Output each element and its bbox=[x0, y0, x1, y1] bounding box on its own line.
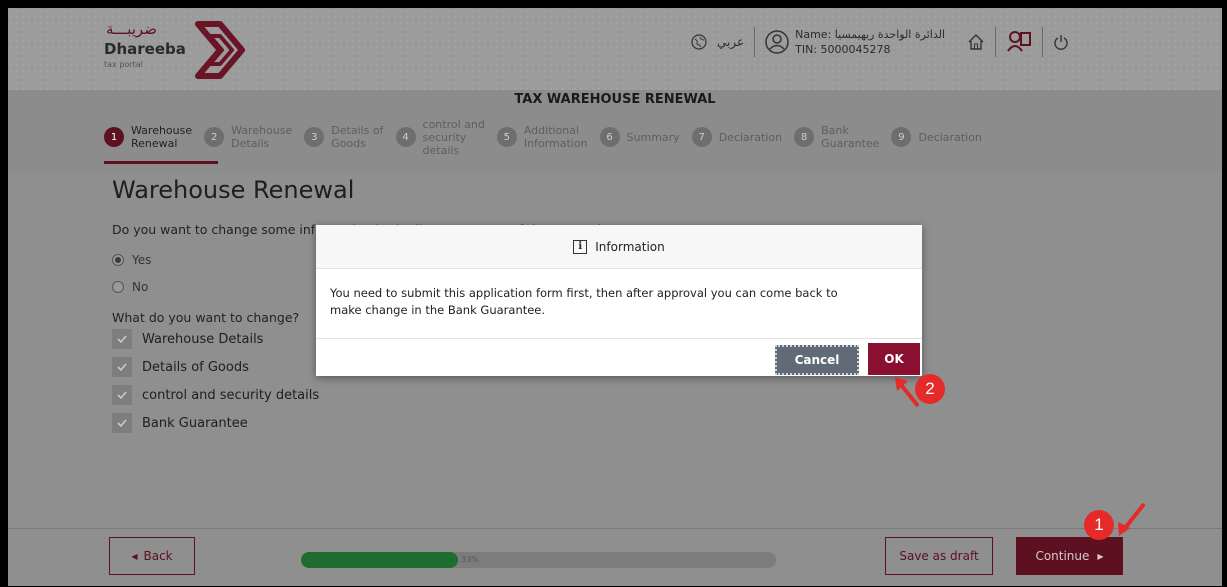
arrow-to-continue-icon bbox=[1118, 502, 1146, 536]
app-window: ضريبـــة Dhareeba tax portal عربي Name: … bbox=[8, 8, 1222, 586]
annotation-badge-2: 2 bbox=[915, 374, 945, 404]
annotation-overlay bbox=[895, 377, 1146, 536]
annotation-badge-1: 1 bbox=[1084, 510, 1114, 540]
